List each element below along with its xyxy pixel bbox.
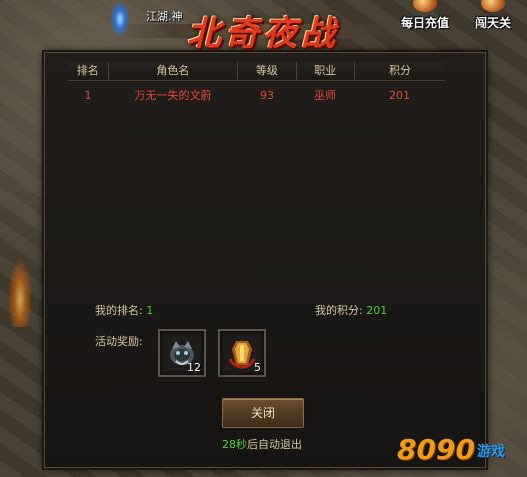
- table-row: 1 万无一失的文蔚 93 巫师 201: [68, 88, 445, 104]
- row-class: 巫师: [314, 89, 336, 102]
- ranking-table-header: 排名 角色名 等级 职业 积分: [68, 62, 445, 81]
- countdown-suffix: 后自动退出: [247, 438, 302, 451]
- my-score-value: 201: [366, 304, 388, 317]
- my-score-label: 我的积分:: [315, 304, 363, 317]
- header-score: 积分: [389, 64, 411, 77]
- coin-orb-icon: [413, 0, 437, 12]
- site-watermark: 8090 游戏: [397, 433, 517, 469]
- row-level: 93: [260, 89, 274, 102]
- top-right-menu: 每日充值 闯天关: [397, 0, 521, 32]
- gate-orb-icon: [481, 0, 505, 12]
- row-character-name: 万无一失的文蔚: [134, 89, 212, 102]
- panel-title-banner: 北奇夜战: [118, 4, 408, 54]
- countdown-seconds: 28秒: [222, 438, 247, 451]
- row-score: 201: [389, 89, 410, 102]
- row-rank: 1: [84, 89, 92, 102]
- close-button[interactable]: 关闭: [222, 398, 304, 428]
- rewards-label: 活动奖励:: [95, 335, 143, 348]
- reward-slot[interactable]: 5: [218, 329, 266, 377]
- reward-count: 12: [187, 361, 201, 374]
- reward-slot[interactable]: 12: [158, 329, 206, 377]
- challenge-gate-button[interactable]: 闯天关: [465, 0, 521, 32]
- header-class: 职业: [297, 62, 355, 80]
- header-rank: 排名: [68, 62, 109, 80]
- my-rank: 我的排名: 1: [95, 302, 153, 318]
- panel-title: 北奇夜战: [187, 14, 339, 54]
- my-score: 我的积分: 201: [315, 302, 387, 318]
- header-level: 等级: [238, 62, 297, 80]
- header-character-name: 角色名: [109, 62, 239, 80]
- reward-count: 5: [254, 361, 261, 374]
- challenge-gate-label: 闯天关: [474, 16, 511, 30]
- auto-exit-countdown: 28秒后自动退出: [200, 436, 324, 452]
- my-rank-label: 我的排名:: [95, 304, 143, 317]
- watermark-logo-number: 8090: [397, 433, 475, 466]
- my-rank-value: 1: [146, 304, 154, 317]
- torch-flame-effect: [8, 257, 32, 327]
- watermark-logo-text: 游戏: [477, 444, 505, 460]
